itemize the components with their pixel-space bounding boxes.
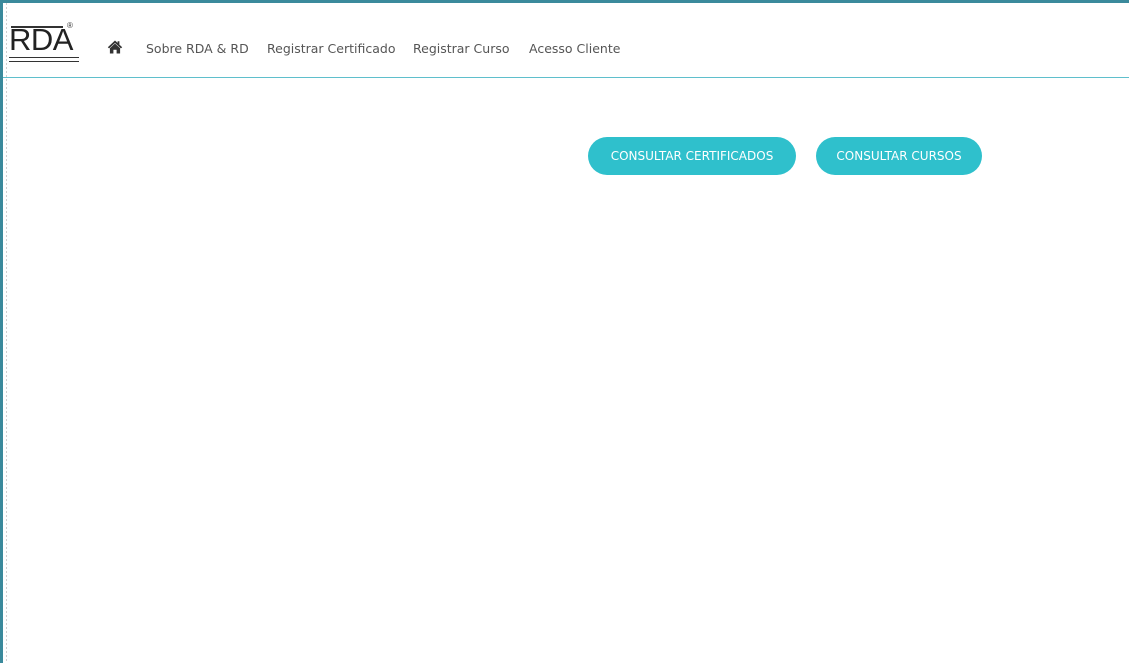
home-icon [107, 40, 123, 54]
nav-item-acesso-cliente[interactable]: Acesso Cliente [529, 41, 620, 57]
page-frame: RDA ® Sobre RDA & RD Registrar Certifica… [0, 0, 1129, 663]
consultar-cursos-button[interactable]: CONSULTAR CURSOS [816, 137, 982, 175]
nav-item-sobre-rda-rd[interactable]: Sobre RDA & RD [146, 41, 249, 57]
nav-home-link[interactable] [107, 39, 123, 55]
logo-text: RDA [9, 22, 73, 57]
logo-registered-mark: ® [67, 21, 73, 30]
nav-item-registrar-curso[interactable]: Registrar Curso [413, 41, 510, 57]
consultar-certificados-button[interactable]: CONSULTAR CERTIFICADOS [588, 137, 796, 175]
logo-underline [9, 57, 79, 58]
logo-underline [9, 61, 79, 62]
rda-logo[interactable]: RDA ® [9, 12, 79, 68]
nav-item-registrar-certificado[interactable]: Registrar Certificado [267, 41, 395, 57]
top-navbar: RDA ® Sobre RDA & RD Registrar Certifica… [3, 3, 1129, 78]
